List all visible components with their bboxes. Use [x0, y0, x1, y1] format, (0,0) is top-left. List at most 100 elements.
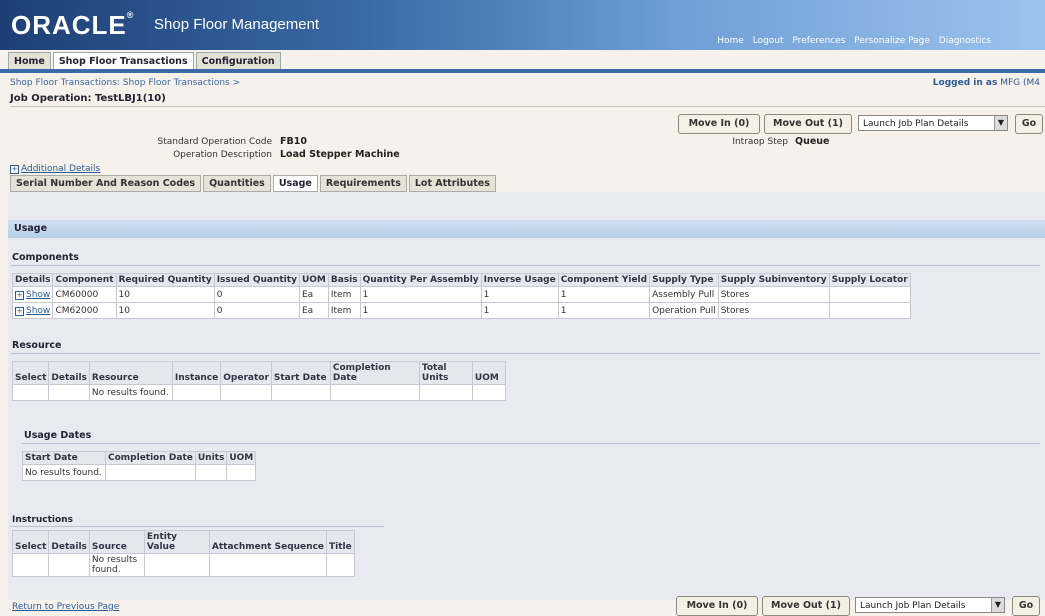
components-table: Details Component Required Quantity Issu… — [11, 273, 911, 319]
empty-cell — [143, 553, 210, 577]
expand-icon: + — [15, 290, 24, 300]
supply-type-cell: Assembly Pull — [649, 286, 719, 303]
usage-header: Usage — [8, 220, 1045, 238]
table-row: No results found. — [11, 384, 506, 401]
component-cell: CM60000 — [52, 286, 117, 303]
col-basis: Basis — [327, 273, 361, 287]
empty-cell — [105, 464, 196, 481]
issued-cell: 0 — [213, 286, 300, 303]
launch-job-plan-select[interactable]: Launch Job Plan Details ▼ — [858, 115, 1008, 131]
intraop-label: Intraop Step — [732, 137, 788, 147]
empty-cell — [194, 464, 228, 481]
col-completion-date: Completion Date — [105, 451, 196, 465]
go-button[interactable]: Go — [1015, 114, 1043, 134]
col-issued-quantity: Issued Quantity — [213, 273, 300, 287]
empty-cell — [220, 384, 272, 401]
required-cell: 10 — [115, 286, 215, 303]
show-details-link[interactable]: + Show — [15, 290, 50, 300]
empty-cell — [208, 553, 328, 577]
col-instance: Instance — [171, 361, 222, 385]
show-details-link[interactable]: + Show — [15, 306, 50, 316]
issued-cell: 0 — [213, 302, 300, 319]
empty-cell — [418, 384, 473, 401]
component-cell: CM62000 — [52, 302, 117, 319]
col-completion-date: Completion Date — [329, 361, 420, 385]
additional-details-toggle[interactable]: + Additional Details — [10, 164, 100, 174]
header-banner: ORACLE® Shop Floor Management Home Logou… — [0, 0, 1045, 50]
launch-job-plan-select-bottom[interactable]: Launch Job Plan Details ▼ — [855, 597, 1005, 613]
subtab-requirements[interactable]: Requirements — [319, 175, 407, 192]
intraop-value: Queue — [795, 136, 830, 147]
resource-divider — [10, 353, 1040, 354]
global-link-personalize[interactable]: Personalize Page — [854, 36, 930, 46]
inverse-cell: 1 — [480, 286, 559, 303]
col-attachment-sequence: Attachment Sequence — [208, 530, 328, 554]
col-total-units: Total Units — [418, 361, 473, 385]
col-entity-value: Entity Value — [143, 530, 210, 554]
global-link-home[interactable]: Home — [717, 36, 744, 46]
empty-cell — [11, 384, 50, 401]
resource-title: Resource — [12, 340, 62, 351]
resource-header-row: Select Details Resource Instance Operato… — [11, 361, 506, 385]
return-to-previous-link[interactable]: Return to Previous Page — [12, 602, 119, 612]
tab-configuration[interactable]: Configuration — [195, 52, 281, 70]
qpa-cell: 1 — [359, 302, 482, 319]
tab-bar-divider — [0, 69, 1045, 73]
move-in-button[interactable]: Move In (0) — [678, 114, 760, 134]
table-row: No results found. — [11, 553, 355, 577]
col-units: Units — [194, 451, 228, 465]
col-uom: UOM — [471, 361, 506, 385]
instructions-title: Instructions — [12, 515, 73, 525]
qpa-cell: 1 — [359, 286, 482, 303]
operation-subtabs: Serial Number And Reason Codes Quantitie… — [10, 175, 498, 192]
col-details: Details — [48, 361, 90, 385]
usage-dates-table: Start Date Completion Date Units UOM No … — [22, 451, 257, 481]
tab-shop-floor-transactions[interactable]: Shop Floor Transactions — [52, 52, 194, 70]
instructions-divider — [10, 526, 384, 527]
page-title: Job Operation: TestLBJ1(10) — [10, 93, 166, 104]
global-link-preferences[interactable]: Preferences — [792, 36, 845, 46]
uom-cell: Ea — [298, 302, 329, 319]
breadcrumb[interactable]: Shop Floor Transactions: Shop Floor Tran… — [10, 78, 240, 88]
op-desc-label: Operation Description — [173, 150, 272, 160]
empty-cell — [326, 553, 355, 577]
move-in-button-bottom[interactable]: Move In (0) — [676, 596, 758, 616]
go-button-bottom[interactable]: Go — [1012, 596, 1040, 616]
title-divider — [10, 106, 1045, 107]
empty-cell — [48, 384, 90, 401]
col-details: Details — [11, 273, 54, 287]
global-link-logout[interactable]: Logout — [753, 36, 784, 46]
table-row: + Show CM60000 10 0 Ea Item 1 1 1 Assembl… — [11, 286, 911, 303]
instructions-header-row: Select Details Source Entity Value Attac… — [11, 530, 355, 554]
subinventory-cell: Stores — [717, 302, 830, 319]
basis-cell: Item — [327, 302, 361, 319]
usage-dates-divider — [22, 443, 1040, 444]
locator-cell — [828, 302, 911, 319]
col-uom: UOM — [226, 451, 257, 465]
col-uom: UOM — [298, 273, 329, 287]
col-start-date: Start Date — [270, 361, 331, 385]
yield-cell: 1 — [557, 302, 651, 319]
tab-home[interactable]: Home — [8, 52, 51, 70]
global-link-diagnostics[interactable]: Diagnostics — [939, 36, 991, 46]
components-title: Components — [12, 252, 79, 263]
empty-cell — [48, 553, 90, 577]
col-component: Component — [52, 273, 117, 287]
table-row: No results found. — [22, 464, 257, 481]
col-inverse-usage: Inverse Usage — [480, 273, 559, 287]
subtab-serial-numbers[interactable]: Serial Number And Reason Codes — [10, 175, 202, 192]
col-title: Title — [326, 530, 355, 554]
col-qty-per-assembly: Quantity Per Assembly — [359, 273, 482, 287]
subtab-quantities[interactable]: Quantities — [203, 175, 271, 192]
move-out-button-bottom[interactable]: Move Out (1) — [762, 596, 850, 616]
std-op-label: Standard Operation Code — [157, 137, 273, 147]
chevron-down-icon: ▼ — [994, 116, 1007, 130]
col-resource: Resource — [88, 361, 173, 385]
subtab-lot-attributes[interactable]: Lot Attributes — [408, 175, 496, 192]
col-start-date: Start Date — [22, 451, 106, 465]
details-cell: + Show — [11, 302, 54, 319]
subtab-usage[interactable]: Usage — [272, 175, 318, 192]
logged-in-info: Logged in as MFG (M4 — [932, 78, 1040, 88]
basis-cell: Item — [327, 286, 361, 303]
move-out-button[interactable]: Move Out (1) — [764, 114, 852, 134]
